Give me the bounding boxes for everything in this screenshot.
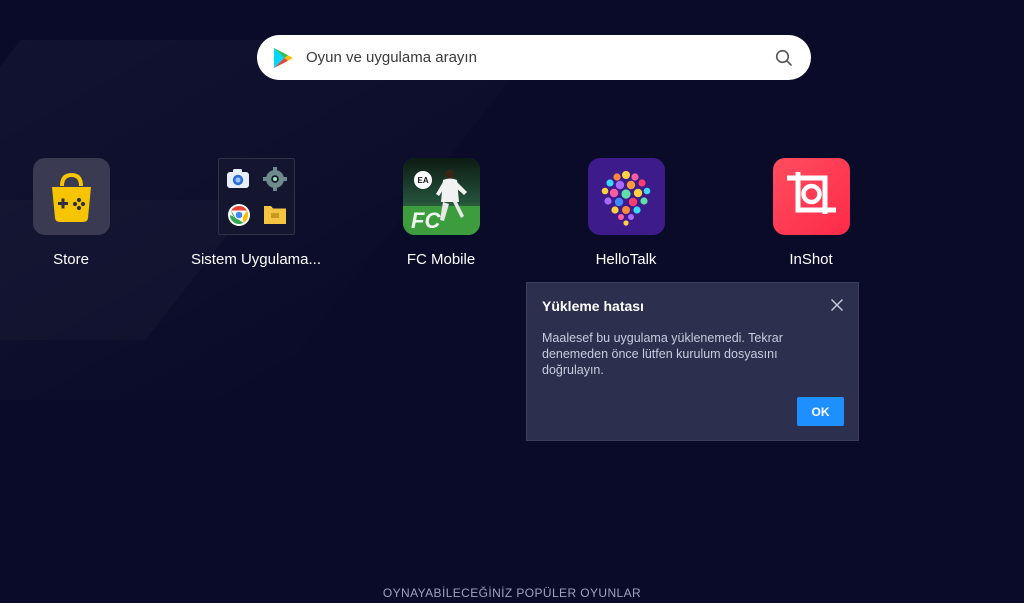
store-gamepad-bag-icon [32, 158, 110, 235]
app-system-apps[interactable]: Sistem Uygulama... [166, 158, 346, 268]
dialog-title: Yükleme hatası [542, 298, 644, 314]
close-icon[interactable] [830, 298, 844, 312]
app-fc-mobile[interactable]: FC EA FC Mobile [351, 158, 531, 268]
app-store[interactable]: Store [0, 158, 161, 268]
google-play-icon [274, 47, 293, 68]
search-icon[interactable] [775, 49, 793, 67]
inshot-icon [772, 158, 850, 235]
svg-text:FC: FC [411, 208, 441, 233]
app-label: HelloTalk [595, 251, 657, 268]
app-label: FC Mobile [406, 251, 476, 268]
svg-text:EA: EA [417, 176, 428, 185]
app-label: Store [53, 251, 89, 268]
system-apps-folder-icon [217, 158, 295, 235]
app-inshot[interactable]: InShot [721, 158, 901, 268]
app-label: Sistem Uygulama... [190, 251, 322, 268]
app-label: InShot [789, 251, 833, 268]
install-error-dialog: Yükleme hatası Maalesef bu uygulama yükl… [526, 282, 859, 441]
ok-button[interactable]: OK [797, 397, 844, 426]
popular-games-heading: OYNAYABİLECEĞİNİZ POPÜLER OYUNLAR [382, 586, 642, 600]
app-hellotalk[interactable]: HelloTalk [536, 158, 716, 268]
search-bar[interactable] [257, 35, 811, 80]
home-screen: Store [0, 0, 1024, 603]
fc-mobile-icon: FC EA [402, 158, 480, 235]
hellotalk-icon [587, 158, 665, 235]
dialog-message: Maalesef bu uygulama yüklenemedi. Tekrar… [542, 331, 783, 377]
search-input[interactable] [306, 35, 775, 80]
